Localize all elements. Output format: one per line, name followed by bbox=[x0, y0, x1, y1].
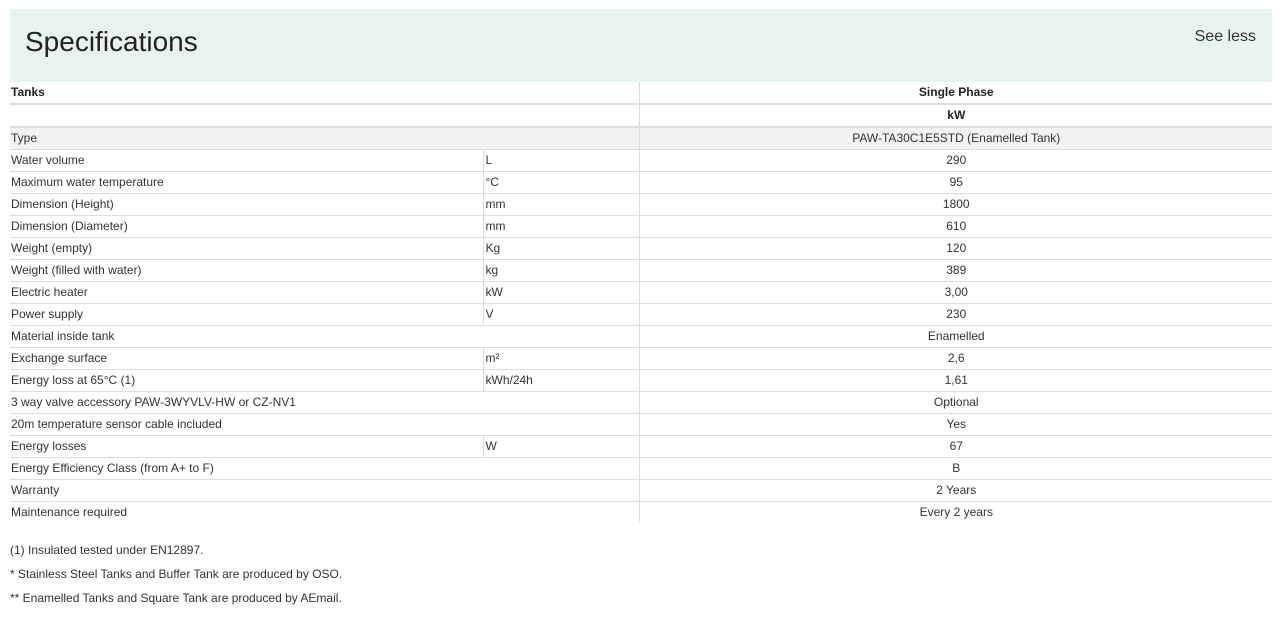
table-row: Dimension (Diameter) mm 610 bbox=[10, 215, 1273, 238]
row-label-cell: 20m temperature sensor cable included bbox=[10, 413, 640, 436]
table-row: Energy Efficiency Class (from A+ to F) B bbox=[10, 457, 1273, 480]
row-value-cell: Optional bbox=[638, 391, 1273, 414]
row-unit-cell: kW bbox=[482, 281, 640, 304]
row-label-cell: Energy Efficiency Class (from A+ to F) bbox=[10, 457, 640, 480]
row-unit-cell: L bbox=[482, 149, 640, 172]
table-row: Weight (empty) Kg 120 bbox=[10, 237, 1273, 260]
table-row: Warranty 2 Years bbox=[10, 479, 1273, 502]
specifications-header: Specifications See less bbox=[10, 9, 1272, 82]
table-row: Type PAW-TA30C1E5STD (Enamelled Tank) bbox=[10, 127, 1273, 150]
row-value-cell: 389 bbox=[638, 259, 1273, 282]
row-unit-cell: W bbox=[482, 435, 640, 458]
row-unit-cell: °C bbox=[482, 171, 640, 194]
row-value-cell: Every 2 years bbox=[638, 501, 1273, 523]
row-label-cell: Dimension (Diameter) bbox=[10, 215, 483, 238]
row-value-cell: 610 bbox=[638, 215, 1273, 238]
header-label-cell: Tanks bbox=[10, 82, 640, 105]
table-row: Energy loss at 65°C (1) kWh/24h 1,61 bbox=[10, 369, 1273, 392]
table-row: Maintenance required Every 2 years bbox=[10, 501, 1273, 523]
row-value-cell: 1800 bbox=[638, 193, 1273, 216]
table-row: 20m temperature sensor cable included Yes bbox=[10, 413, 1273, 436]
row-unit-cell: Kg bbox=[482, 237, 640, 260]
specifications-table: Tanks Single Phase kW Type PAW-TA30C1E5ST… bbox=[10, 82, 1273, 523]
row-label-cell: Weight (filled with water) bbox=[10, 259, 483, 282]
table-row: Electric heater kW 3,00 bbox=[10, 281, 1273, 304]
table-row: Maximum water temperature °C 95 bbox=[10, 171, 1273, 194]
row-unit-cell: kWh/24h bbox=[482, 369, 640, 392]
table-row: 3 way valve accessory PAW-3WYVLV-HW or C… bbox=[10, 391, 1273, 414]
row-value-cell: 1,61 bbox=[638, 369, 1273, 392]
row-label-cell: Water volume bbox=[10, 149, 483, 172]
row-label-cell: Type bbox=[10, 127, 640, 150]
row-label-cell: Exchange surface bbox=[10, 347, 483, 370]
row-value-cell: PAW-TA30C1E5STD (Enamelled Tank) bbox=[638, 127, 1273, 150]
row-label-cell: Material inside tank bbox=[10, 325, 640, 348]
row-unit-cell: mm bbox=[482, 193, 640, 216]
subheader-value-cell: kW bbox=[638, 104, 1273, 128]
table-row: Dimension (Height) mm 1800 bbox=[10, 193, 1273, 216]
page-title: Specifications bbox=[25, 26, 198, 57]
table-subheader-row: kW bbox=[10, 104, 1273, 128]
table-header-row: Tanks Single Phase bbox=[10, 82, 1273, 105]
row-label-cell: Dimension (Height) bbox=[10, 193, 483, 216]
row-value-cell: 95 bbox=[638, 171, 1273, 194]
table-row: Exchange surface m² 2,6 bbox=[10, 347, 1273, 370]
table-row: Energy losses W 67 bbox=[10, 435, 1273, 458]
row-label-cell: Maximum water temperature bbox=[10, 171, 483, 194]
row-label-cell: Energy loss at 65°C (1) bbox=[10, 369, 483, 392]
table-row: Water volume L 290 bbox=[10, 149, 1273, 172]
row-label-cell: Warranty bbox=[10, 479, 640, 502]
row-value-cell: Enamelled bbox=[638, 325, 1273, 348]
row-value-cell: 2 Years bbox=[638, 479, 1273, 502]
row-value-cell: 67 bbox=[638, 435, 1273, 458]
row-unit-cell: mm bbox=[482, 215, 640, 238]
row-unit-cell: V bbox=[482, 303, 640, 326]
table-row: Material inside tank Enamelled bbox=[10, 325, 1273, 348]
footnote: (1) Insulated tested under EN12897. bbox=[10, 543, 204, 557]
header-value-cell: Single Phase bbox=[638, 82, 1273, 105]
row-label-cell: Power supply bbox=[10, 303, 483, 326]
footnote: * Stainless Steel Tanks and Buffer Tank … bbox=[10, 567, 343, 581]
row-value-cell: 290 bbox=[638, 149, 1273, 172]
row-unit-cell: m² bbox=[482, 347, 640, 370]
row-value-cell: Yes bbox=[638, 413, 1273, 436]
row-value-cell: B bbox=[638, 457, 1273, 480]
row-value-cell: 3,00 bbox=[638, 281, 1273, 304]
row-value-cell: 120 bbox=[638, 237, 1273, 260]
footnote: ** Enamelled Tanks and Square Tank are p… bbox=[10, 591, 342, 605]
row-label-cell: 3 way valve accessory PAW-3WYVLV-HW or C… bbox=[10, 391, 640, 414]
row-label-cell: Electric heater bbox=[10, 281, 483, 304]
see-less-link[interactable]: See less bbox=[1195, 27, 1256, 47]
footnotes: (1) Insulated tested under EN12897. * St… bbox=[10, 541, 342, 613]
row-unit-cell: kg bbox=[482, 259, 640, 282]
table-row: Weight (filled with water) kg 389 bbox=[10, 259, 1273, 282]
row-label-cell: Energy losses bbox=[10, 435, 483, 458]
table-row: Power supply V 230 bbox=[10, 303, 1273, 326]
row-label-cell: Weight (empty) bbox=[10, 237, 483, 260]
row-value-cell: 230 bbox=[638, 303, 1273, 326]
row-label-cell: Maintenance required bbox=[11, 505, 128, 519]
subheader-label-cell bbox=[10, 104, 640, 128]
row-value-cell: 2,6 bbox=[638, 347, 1273, 370]
